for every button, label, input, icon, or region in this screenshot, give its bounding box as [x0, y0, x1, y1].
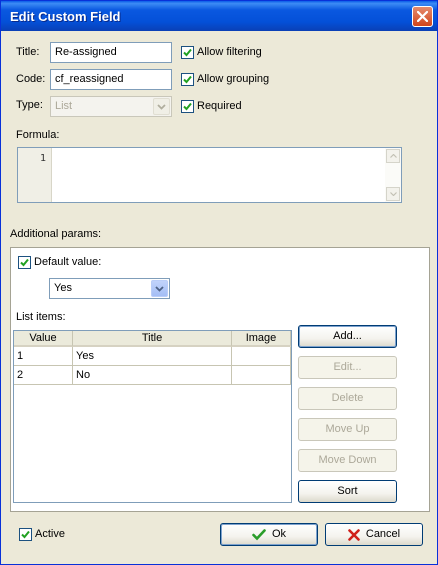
- cancel-label: Cancel: [365, 528, 401, 540]
- allow-filtering-checkbox[interactable]: [181, 46, 194, 59]
- ok-label: Ok: [271, 528, 287, 540]
- code-label: Code:: [16, 73, 46, 85]
- cancel-button[interactable]: Cancel: [325, 523, 423, 546]
- title-input[interactable]: Re-assigned: [50, 42, 172, 63]
- edit-custom-field-dialog: Edit Custom Field Title: Re-assigned All…: [0, 0, 438, 565]
- allow-filtering-label: Allow filtering: [197, 46, 262, 58]
- default-value-label: Default value:: [34, 256, 102, 268]
- cell-title: No: [73, 366, 232, 385]
- move-down-button[interactable]: Move Down: [298, 449, 397, 472]
- close-icon: [417, 11, 428, 22]
- edit-button[interactable]: Edit...: [298, 356, 397, 379]
- active-label: Active: [35, 528, 65, 540]
- column-header-image[interactable]: Image: [232, 331, 291, 347]
- allow-grouping-checkbox[interactable]: [181, 73, 194, 86]
- list-items-label: List items:: [16, 311, 66, 323]
- column-header-title[interactable]: Title: [73, 331, 232, 347]
- cell-value: 1: [14, 347, 73, 366]
- cell-title: Yes: [73, 347, 232, 366]
- red-x-icon: [348, 528, 360, 541]
- default-value-select[interactable]: Yes: [49, 278, 170, 299]
- formula-scrollbar[interactable]: [385, 148, 401, 202]
- default-value-checkbox[interactable]: [18, 256, 31, 269]
- column-header-value[interactable]: Value: [14, 331, 73, 347]
- cell-image: [232, 366, 291, 385]
- move-up-button[interactable]: Move Up: [298, 418, 397, 441]
- line-number-gutter: 1: [18, 148, 52, 202]
- allow-grouping-label: Allow grouping: [197, 73, 270, 85]
- checkmark-icon: [183, 102, 192, 111]
- scroll-down-icon[interactable]: [386, 187, 400, 201]
- window-title: Edit Custom Field: [10, 9, 121, 24]
- list-items-table[interactable]: Value Title Image 1 Yes 2 No: [13, 330, 292, 503]
- scroll-up-icon[interactable]: [386, 149, 400, 163]
- delete-button[interactable]: Delete: [298, 387, 397, 410]
- checkmark-icon: [183, 75, 192, 84]
- formula-editor[interactable]: 1: [17, 147, 402, 203]
- line-number: 1: [39, 153, 46, 164]
- type-select[interactable]: List: [50, 96, 172, 117]
- code-input[interactable]: cf_reassigned: [50, 69, 172, 90]
- checkmark-icon: [183, 48, 192, 57]
- title-label: Title:: [16, 46, 40, 58]
- checkmark-icon: [20, 258, 29, 267]
- cell-value: 2: [14, 366, 73, 385]
- checkmark-icon: [21, 530, 30, 539]
- add-button[interactable]: Add...: [298, 325, 397, 348]
- default-value-selected: Yes: [54, 282, 72, 294]
- title-bar[interactable]: Edit Custom Field: [1, 1, 437, 31]
- chevron-down-icon: [153, 98, 170, 115]
- type-select-value: List: [55, 100, 73, 112]
- cell-image: [232, 347, 291, 366]
- additional-params-label: Additional params:: [10, 228, 102, 240]
- type-label: Type:: [16, 99, 43, 111]
- required-label: Required: [197, 100, 242, 112]
- sort-button[interactable]: Sort: [298, 480, 397, 503]
- formula-label: Formula:: [16, 129, 60, 141]
- active-checkbox[interactable]: [19, 528, 32, 541]
- green-check-icon: [252, 528, 266, 540]
- chevron-down-icon[interactable]: [151, 280, 168, 297]
- table-header: Value Title Image: [14, 331, 291, 347]
- close-button[interactable]: [412, 6, 433, 27]
- required-checkbox[interactable]: [181, 100, 194, 113]
- ok-button[interactable]: Ok: [220, 523, 318, 546]
